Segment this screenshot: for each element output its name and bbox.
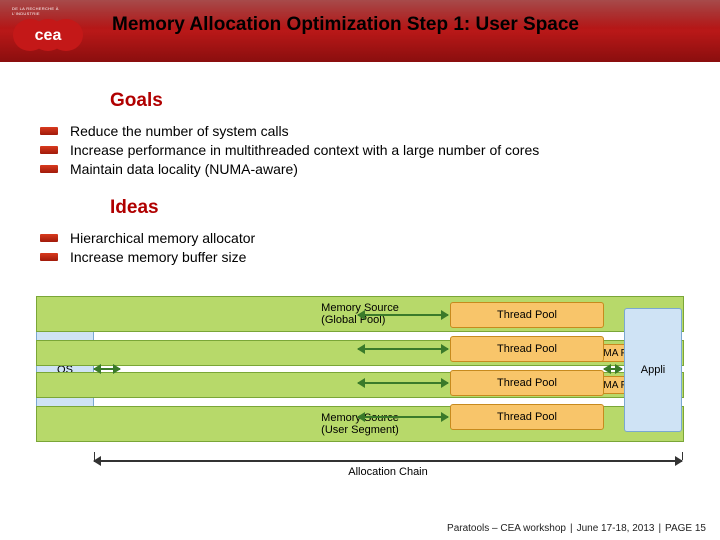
list-item: Hierarchical memory allocator	[40, 229, 720, 248]
thread-pool-2: Thread Pool	[450, 336, 604, 362]
arrow-mem-tp1	[358, 314, 448, 316]
list-item: Increase memory buffer size	[40, 248, 720, 267]
goals-list: Reduce the number of system calls Increa…	[40, 122, 720, 179]
logo-tagline: DE LA RECHERCHE À L'INDUSTRIE	[12, 6, 84, 16]
allocator-diagram: OS Memory Source (Global Pool) NUMA Pool…	[36, 296, 684, 476]
arrow-mem-tp4	[358, 416, 448, 418]
arrow-os-memsource	[94, 368, 120, 370]
slide-body: Goals Reduce the number of system calls …	[0, 90, 720, 284]
arrow-tp-appli	[604, 368, 622, 370]
arrow-mem-tp3	[358, 382, 448, 384]
arrow-mem-tp2	[358, 348, 448, 350]
chain-label: Allocation Chain	[94, 466, 682, 478]
cea-logo: DE LA RECHERCHE À L'INDUSTRIE cea	[12, 6, 84, 52]
ideas-list: Hierarchical memory allocator Increase m…	[40, 229, 720, 267]
thread-pool-3: Thread Pool	[450, 370, 604, 396]
list-item: Maintain data locality (NUMA-aware)	[40, 160, 720, 179]
slide-title: Memory Allocation Optimization Step 1: U…	[112, 14, 710, 36]
ideas-heading: Ideas	[110, 197, 720, 219]
thread-pool-4: Thread Pool	[450, 404, 604, 430]
cea-logo-mark: cea	[12, 18, 84, 52]
svg-text:cea: cea	[35, 27, 62, 44]
chain-line	[94, 460, 682, 462]
goals-heading: Goals	[110, 90, 720, 112]
footer-event: Paratools – CEA workshop	[447, 523, 566, 534]
list-item: Reduce the number of system calls	[40, 122, 720, 141]
footer-page: PAGE 15	[665, 523, 706, 534]
thread-pool-1: Thread Pool	[450, 302, 604, 328]
list-item: Increase performance in multithreaded co…	[40, 141, 720, 160]
footer-date: June 17-18, 2013	[577, 523, 655, 534]
slide-footer: Paratools – CEA workshop|June 17-18, 201…	[447, 523, 706, 534]
appli-box: Appli	[624, 308, 682, 432]
